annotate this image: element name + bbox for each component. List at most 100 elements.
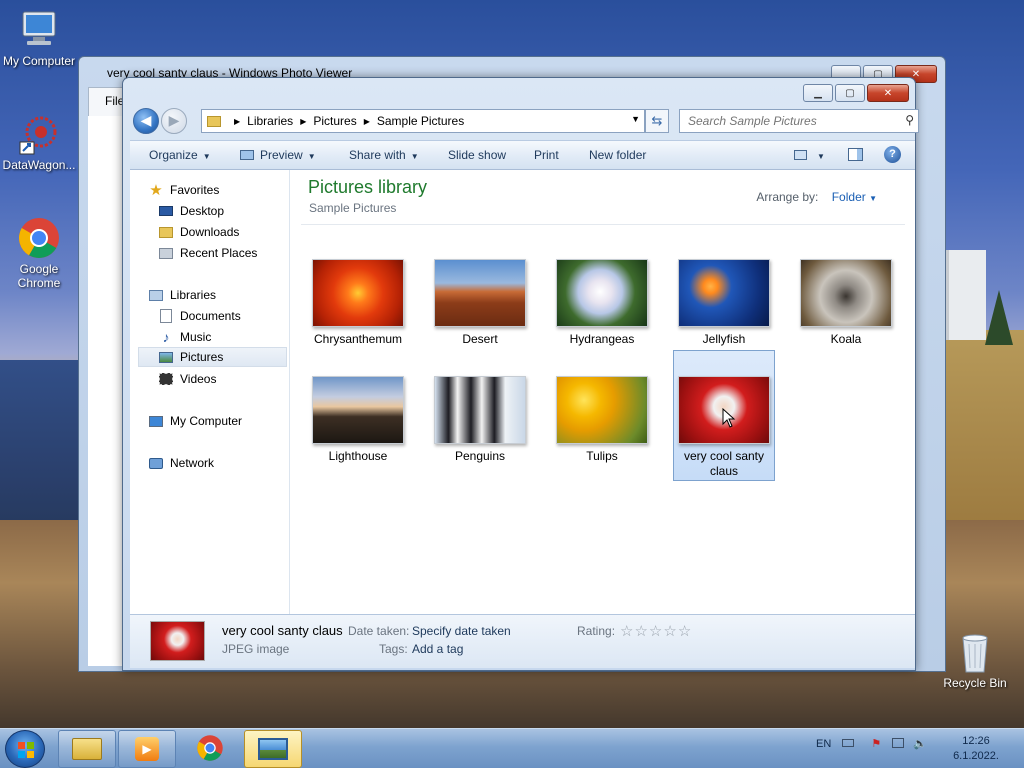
date-taken-value[interactable]: Specify date taken [412,624,511,638]
search-box[interactable]: ⚲ [679,109,919,133]
mouse-cursor-icon [722,407,736,431]
nav-libraries[interactable]: Libraries [148,285,305,305]
breadcrumb-libraries[interactable]: Libraries [247,114,293,128]
arrange-by-value: Folder [831,190,866,204]
nav-my-computer[interactable]: My Computer [148,411,305,431]
volume-icon[interactable]: 🔈 [913,737,927,750]
taskbar-explorer-button[interactable] [58,730,116,768]
file-label: Lighthouse [328,449,388,463]
action-center-flag-icon[interactable]: ⚑ [871,737,881,750]
slide-show-button[interactable]: Slide show [448,148,506,162]
breadcrumb-pictures[interactable]: Pictures [313,114,356,128]
tags-value[interactable]: Add a tag [412,642,463,656]
rating-stars[interactable]: ☆☆☆☆☆ [620,622,692,640]
preview-button[interactable]: Preview ▼ [240,148,316,162]
star-outline-icon[interactable]: ☆ [663,623,677,640]
chrome-icon [17,216,61,260]
chevron-right-icon[interactable]: ▶ [234,117,240,126]
start-button[interactable] [5,730,45,768]
new-folder-button[interactable]: New folder [589,148,646,162]
keyboard-icon[interactable] [842,739,855,747]
file-item-lighthouse[interactable]: Lighthouse [307,371,409,501]
explorer-window[interactable]: ▁ ▢ ✕ ◀ ▶ ▶ Libraries ▶ Pictures ▶ Sampl… [122,77,919,671]
network-status-icon[interactable] [892,738,905,748]
star-outline-icon[interactable]: ☆ [620,623,634,640]
language-indicator[interactable]: EN [816,738,831,750]
print-button[interactable]: Print [534,148,559,162]
preview-icon [240,150,254,160]
computer-icon [148,414,164,428]
minimize-button[interactable]: ▁ [803,84,833,102]
downloads-icon [158,225,174,239]
file-label: Chrysanthemum [313,332,403,346]
taskbar: ▶ EN ⚑ 🔈 12:26 6.1.2022. [0,728,1024,768]
help-button[interactable]: ? [884,146,901,163]
search-input[interactable] [680,110,890,132]
desktop-icon-my-computer[interactable]: My Computer [0,8,78,68]
pictures-icon [158,350,174,364]
thumbnail-chrysanthemum [312,259,404,327]
folder-icon [207,115,221,127]
chevron-down-icon: ▼ [817,152,825,161]
nav-favorites[interactable]: ★ Favorites [148,180,305,200]
arrange-by-dropdown[interactable]: Folder ▼ [832,190,877,204]
chevron-down-icon[interactable]: ▼ [631,114,640,124]
search-icon[interactable]: ⚲ [905,113,914,127]
date-taken-label: Date taken: [348,624,410,638]
desktop-icon-label: DataWagon... [2,158,76,172]
view-icon [794,150,807,160]
file-item-koala[interactable]: Koala [795,254,897,384]
breadcrumb-sample-pictures[interactable]: Sample Pictures [377,114,464,128]
thumbnail-desert [434,259,526,327]
details-thumbnail [150,621,205,661]
chevron-right-icon[interactable]: ▶ [300,117,306,126]
share-with-label: Share with [349,148,406,162]
rating-label: Rating: [577,624,616,638]
chevron-down-icon: ▼ [307,152,316,161]
thumbnail-hydrangeas [556,259,648,327]
taskbar-photo-viewer-button[interactable] [244,730,302,768]
close-button[interactable]: ✕ [867,84,909,102]
desktop-icon-google-chrome[interactable]: Google Chrome [0,216,78,290]
preview-label: Preview [260,148,303,162]
star-outline-icon[interactable]: ☆ [678,623,692,640]
file-item-chrysanthemum[interactable]: Chrysanthemum [307,254,409,384]
star-outline-icon[interactable]: ☆ [634,623,648,640]
clock[interactable]: 12:26 6.1.2022. [948,734,1004,764]
navigation-pane: ★ Favorites Desktop Downloads Recent Plac… [130,170,290,614]
file-item-tulips[interactable]: Tulips [551,371,653,501]
libraries-icon [148,288,164,302]
taskbar-chrome-button[interactable] [181,730,239,768]
maximize-button[interactable]: ▢ [835,84,865,102]
navigation-bar: ◀ ▶ ▶ Libraries ▶ Pictures ▶ Sample Pict… [131,106,919,136]
address-bar[interactable]: ▶ Libraries ▶ Pictures ▶ Sample Pictures… [201,109,645,133]
file-item-desert[interactable]: Desert [429,254,531,384]
file-label: very cool santy claus [683,449,765,478]
desktop-icon [158,204,174,218]
forward-arrow-icon: ▶ [168,113,180,129]
chevron-right-icon[interactable]: ▶ [364,117,370,126]
wallpaper-tree [985,290,1013,345]
datawagon-icon [17,112,61,156]
file-label: Tulips [586,449,618,463]
refresh-button[interactable]: ⇆ [645,109,669,133]
file-item-penguins[interactable]: Penguins [429,371,531,501]
preview-pane-icon [848,148,863,161]
organize-button[interactable]: Organize ▼ [149,148,211,162]
share-with-button[interactable]: Share with ▼ [349,148,419,162]
file-item-hydrangeas[interactable]: Hydrangeas [551,254,653,384]
star-outline-icon[interactable]: ☆ [649,623,663,640]
desktop-icon-datawagon[interactable]: DataWagon... [0,112,78,172]
forward-button[interactable]: ▶ [161,108,187,134]
preview-pane-button[interactable] [848,148,863,164]
change-view-button[interactable]: ▼ [794,148,825,162]
thumbnail-penguins [434,376,526,444]
desktop-icon-recycle-bin[interactable]: Recycle Bin [936,630,1014,690]
nav-label: Recent Places [180,246,258,260]
nav-pictures[interactable]: Pictures [138,347,287,367]
taskbar-media-player-button[interactable]: ▶ [118,730,176,768]
nav-network[interactable]: Network [148,453,305,473]
back-button[interactable]: ◀ [133,108,159,134]
music-icon: ♪ [162,329,170,345]
nav-label: My Computer [170,414,243,428]
